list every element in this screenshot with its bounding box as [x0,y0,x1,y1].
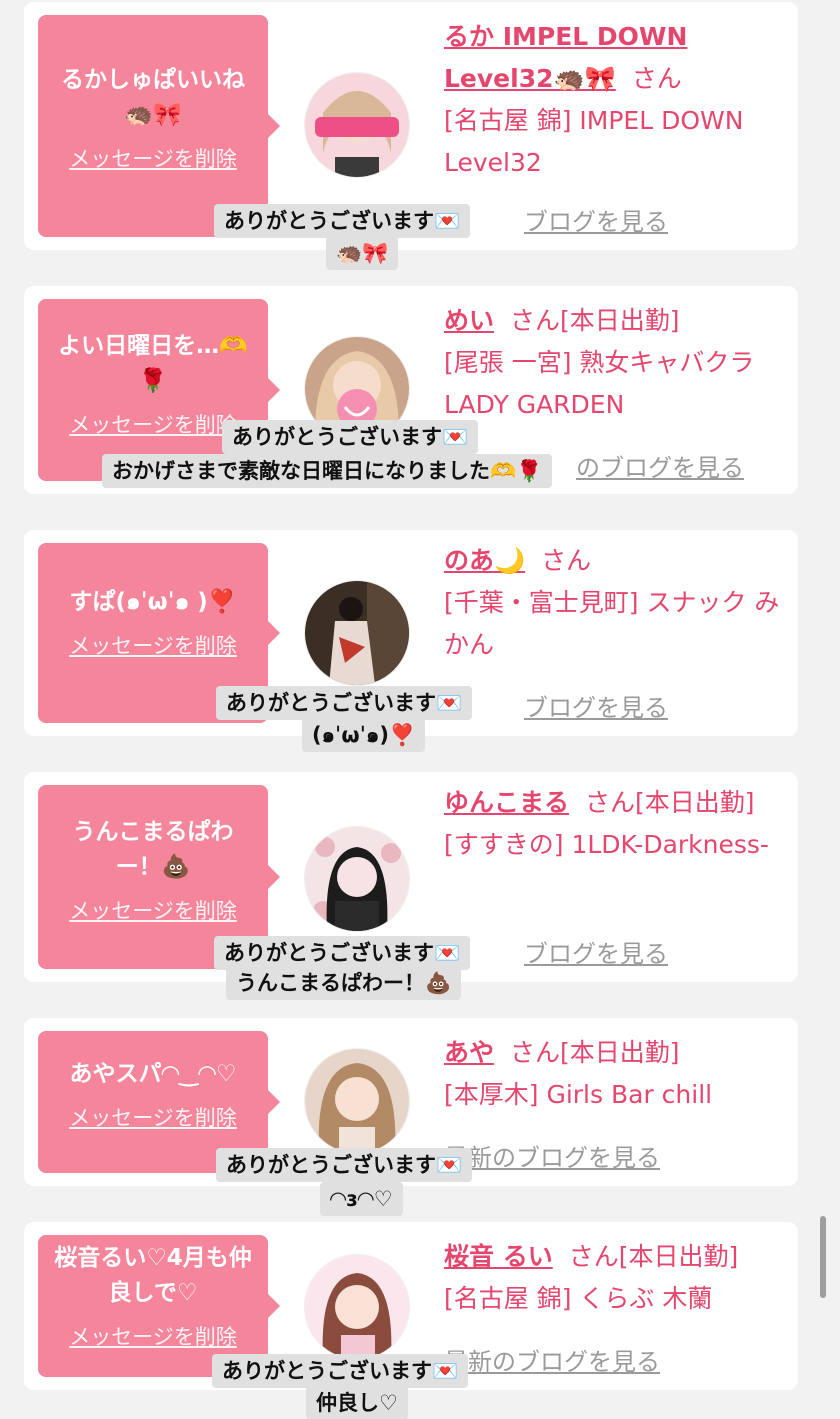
bubble-text-line: あやスパ◠‿◠♡ [69,1061,237,1087]
message-feed: るかしゅぱいいね 🦔🎀 メッセージを削除 るか IMPEL DOWN Level… [0,0,840,1419]
blog-link[interactable]: 最新のブログを見る [444,1138,660,1173]
reply-text-line: ありがとうございます💌 [214,936,471,970]
avatar[interactable] [304,826,410,932]
reply-text-line: (๑ˈωˈ๑)❣️ [302,718,426,752]
bubble-text-line: 良しで♡ [108,1280,198,1306]
shop-name: [尾張 一宮] 熟女キャバクラ LADY GARDEN [444,348,755,419]
bubble-text-line: よい日曜日を…🫶 [58,333,248,359]
cast-info: あや さん[本日出勤] [本厚木] Girls Bar chill [444,1032,789,1116]
avatar[interactable] [304,580,410,686]
cast-info: るか IMPEL DOWN Level32🦔🎀 さん [名古屋 錦] IMPEL … [444,16,789,184]
avatar[interactable] [304,1048,410,1154]
reply-text-line: ありがとうございます💌 [216,1148,473,1182]
cast-info: めい さん[本日出勤] [尾張 一宮] 熟女キャバクラ LADY GARDEN [444,300,789,426]
reply-text-line: ありがとうございます💌 [216,686,473,720]
work-status: [本日出勤] [560,1038,680,1067]
bubble-text-line: うんこまるぱわ [72,819,234,845]
honorific: さん [585,788,636,817]
honorific: さん [510,306,561,335]
shop-name: [名古屋 錦] IMPEL DOWN Level32 [444,106,744,177]
cast-name-link[interactable]: あや [444,1038,494,1067]
reply-text-line: 仲良し♡ [306,1386,408,1419]
shop-name: [すすきの] 1LDK-Darkness- [444,830,769,859]
shop-name: [本厚木] Girls Bar chill [444,1080,713,1109]
bubble-text-line: ー！💩 [115,854,191,880]
reply-text-line: ありがとうございます💌 [214,204,471,238]
blog-link[interactable]: のブログを見る [576,448,744,483]
delete-message-link[interactable]: メッセージを削除 [69,895,237,925]
cast-info: 桜音 るい さん[本日出勤] [名古屋 錦] くらぶ 木蘭 [444,1236,789,1320]
avatar[interactable] [304,72,410,178]
work-status: [本日出勤] [635,788,755,817]
bubble-text-line: 🦔🎀 [124,102,182,128]
honorific: さん [510,1038,561,1067]
bubble-text-line: すぱ(๑ˈωˈ๑ )❣️ [69,589,237,615]
cast-name-link[interactable]: ゆんこまる [444,788,569,817]
honorific: さん [568,1242,619,1271]
delete-message-link[interactable]: メッセージを削除 [69,143,237,173]
cast-name-link[interactable]: のあ🌙 [444,546,525,575]
scrollbar[interactable] [820,1216,826,1298]
reply-text-line: ありがとうございます💌 [222,420,479,454]
blog-link[interactable]: 最新のブログを見る [444,1342,660,1377]
blog-link[interactable]: ブログを見る [524,688,668,723]
blog-link[interactable]: ブログを見る [524,934,668,969]
reply-text-line: ありがとうございます💌 [212,1354,469,1388]
delete-message-link[interactable]: メッセージを削除 [69,1321,237,1351]
shop-name: [名古屋 錦] くらぶ 木蘭 [444,1284,713,1313]
honorific: さん [631,64,682,93]
cast-info: ゆんこまる さん[本日出勤] [すすきの] 1LDK-Darkness- [444,782,789,866]
cast-name-link[interactable]: めい [444,306,494,335]
cast-info: のあ🌙 さん [千葉・富士見町] スナック みかん [444,540,789,666]
avatar[interactable] [304,1254,410,1360]
delete-message-link[interactable]: メッセージを削除 [69,409,237,439]
reply-text-line: ◠ɜ◠♡ [320,1182,403,1216]
delete-message-link[interactable]: メッセージを削除 [69,630,237,660]
reply-text-line: おかげさまで素敵な日曜日になりました🫶🌹 [102,454,553,488]
reply-text-line: 🦔🎀 [326,236,399,270]
bubble-text-line: 桜音るい♡4月も仲 [54,1245,252,1271]
bubble-text-line: るかしゅぱいいね [61,67,245,93]
delete-message-link[interactable]: メッセージを削除 [69,1102,237,1132]
bubble-text-line: 🌹 [138,368,168,394]
honorific: さん [541,546,592,575]
work-status: [本日出勤] [560,306,680,335]
work-status: [本日出勤] [618,1242,739,1271]
shop-name: [千葉・富士見町] スナック みかん [444,588,780,659]
cast-name-link[interactable]: 桜音 るい [444,1242,553,1271]
reply-text-line: うんこまるぱわー！💩 [226,966,462,1000]
blog-link[interactable]: ブログを見る [524,202,668,237]
